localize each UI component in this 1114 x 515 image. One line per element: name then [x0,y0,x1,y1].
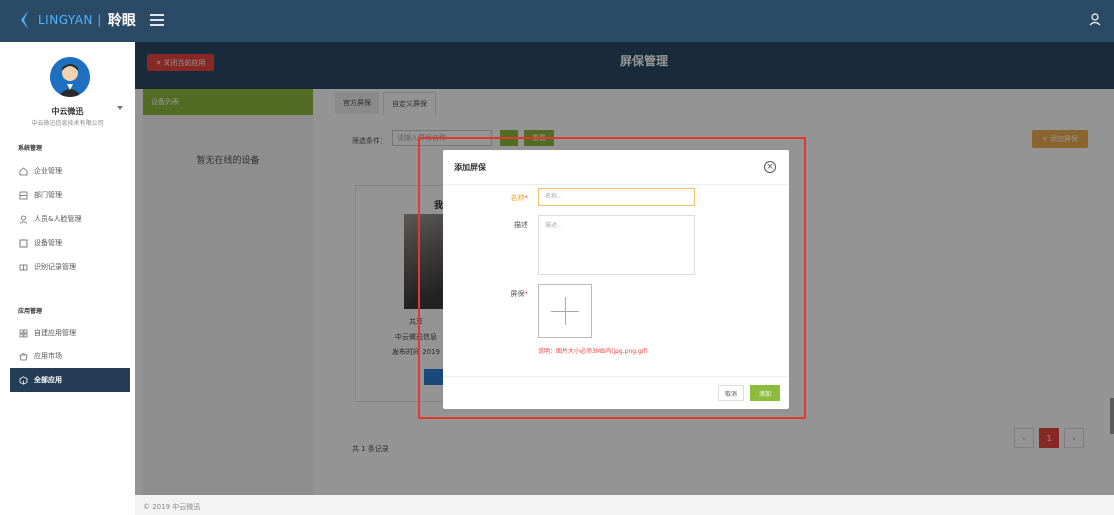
sidebar-item-label: 应用市场 [34,352,62,360]
cancel-button[interactable]: 取消 [718,385,744,401]
upload-note: 说明：图片大小必须3MB内(jpg,png,gif) [538,348,648,355]
sidebar-item-label: 设备管理 [34,239,62,247]
footer: © 2019 中云微迅 [143,503,201,511]
record-icon [18,262,28,272]
company-name: 中云微迅信息技术有限公司 [31,120,104,127]
logo-mark-icon [21,11,28,29]
image-upload-button[interactable] [538,284,592,338]
grid-icon [18,328,28,338]
add-button[interactable]: 添加 [750,385,780,401]
section-title-system: 系统管理 [18,145,43,152]
sidebar-item-label: 企业管理 [34,167,62,175]
sidebar-item-label: 部门管理 [34,191,62,199]
description-textarea[interactable]: 描述... [538,215,695,275]
sidebar-item-custom-apps[interactable]: 自建应用管理 [18,324,76,342]
chevron-down-icon[interactable] [117,106,123,110]
sidebar-item-department[interactable]: 部门管理 [18,186,62,204]
side-scroll-handle[interactable] [1110,398,1114,434]
sidebar-item-enterprise[interactable]: 企业管理 [18,162,62,180]
name-label: 名称* [510,194,529,202]
modal-title: 添加屏保 [454,163,486,172]
sidebar-item-person-face[interactable]: 人员&人脸管理 [18,210,81,228]
user-icon[interactable] [1088,12,1102,26]
description-label: 描述 [514,221,528,229]
shop-icon [18,351,28,361]
sidebar-item-app-market[interactable]: 应用市场 [18,347,62,365]
logo-text: LINGYAN | [38,13,102,27]
user-name[interactable]: 中云微迅 [0,106,135,117]
modal-close-icon[interactable]: × [764,161,776,173]
name-input[interactable]: 名称... [538,188,695,206]
sidebar-item-label: 自建应用管理 [34,329,76,337]
department-icon [18,190,28,200]
divider [443,184,789,185]
sidebar-item-label: 识别记录管理 [34,263,76,271]
app-logo: LINGYAN | 聆眼 [18,10,136,30]
cube-icon [18,375,28,385]
sidebar-item-all-apps[interactable]: 全部应用 [10,368,130,392]
logo-chinese: 聆眼 [107,13,136,29]
sidebar-item-label: 全部应用 [34,376,62,384]
home-icon [18,166,28,176]
menu-toggle-icon[interactable] [150,14,164,26]
section-title-apps: 应用管理 [18,308,43,315]
device-icon [18,238,28,248]
person-icon [18,214,28,224]
top-bar: LINGYAN | 聆眼 [0,0,1114,42]
sidebar-item-device[interactable]: 设备管理 [18,234,62,252]
sidebar-item-label: 人员&人脸管理 [34,215,82,223]
sidebar-item-records[interactable]: 识别记录管理 [18,258,76,276]
add-screensaver-modal: 添加屏保 × 名称* 名称... 描述 描述... 屏保* 说明：图片大小必须3… [443,150,789,409]
screensaver-label: 屏保* [510,290,529,298]
divider [443,376,789,377]
sidebar: 中云微迅 中云微迅信息技术有限公司 系统管理 企业管理 部门管理 人员&人脸管理… [0,42,135,515]
avatar[interactable] [50,57,90,97]
